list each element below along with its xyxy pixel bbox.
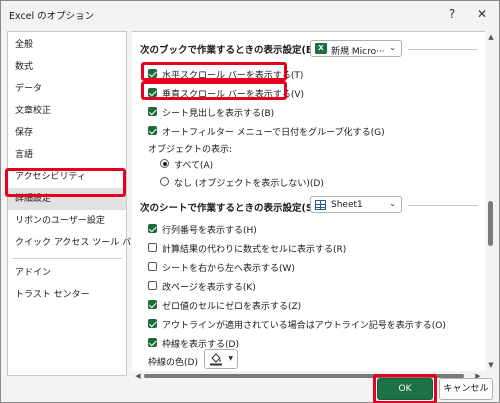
scroll-left-icon[interactable]: ◀ <box>133 371 143 381</box>
zero-values-label: ゼロ値のセルにゼロを表示する(Z) <box>162 302 302 312</box>
right-to-left-label: シートを右から左へ表示する(W) <box>162 264 295 274</box>
cancel-button[interactable]: キャンセル <box>439 378 493 400</box>
options-sidebar: 全般 数式 データ 文章校正 保存 言語 アクセシビリティ 詳細設定 リボンのユ… <box>7 31 140 376</box>
objects-all-radio[interactable] <box>160 159 169 168</box>
gridlines-checkbox[interactable] <box>148 338 157 347</box>
workbook-dropdown-value: 新規 Micro··· <box>331 47 385 57</box>
sidebar-item-language[interactable]: 言語 <box>8 144 126 166</box>
sidebar-item-save[interactable]: 保存 <box>8 122 126 144</box>
vertical-scrollbar-checkbox[interactable] <box>148 88 157 97</box>
gridline-color-label: 枠線の色(D) <box>148 358 198 368</box>
sidebar-item-quick-access-toolbar[interactable]: クイック アクセス ツール バー <box>8 232 140 254</box>
advanced-settings-panel: 次のブックで作業するときの表示設定(B): X 新規 Micro··· ⌄ 水平… <box>132 31 485 371</box>
workbook-dropdown[interactable]: X 新規 Micro··· ⌄ <box>310 40 402 57</box>
section-divider <box>408 205 478 206</box>
sheet-tabs-checkbox[interactable] <box>148 107 157 116</box>
show-formulas-label: 計算結果の代わりに数式をセルに表示する(R) <box>162 245 347 255</box>
chevron-down-icon: ⌄ <box>389 43 396 52</box>
sidebar-item-data[interactable]: データ <box>8 78 126 100</box>
sidebar-item-trust-center[interactable]: トラスト センター <box>8 284 126 306</box>
vertical-scroll-thumb[interactable] <box>488 201 493 246</box>
worksheet-dropdown[interactable]: Sheet1 ⌄ <box>310 196 402 213</box>
sidebar-item-formulas[interactable]: 数式 <box>8 56 126 78</box>
sidebar-item-general[interactable]: 全般 <box>8 34 126 56</box>
autofilter-group-dates-checkbox[interactable] <box>148 126 157 135</box>
page-breaks-checkbox[interactable] <box>148 281 157 290</box>
autofilter-group-dates-label: オートフィルター メニューで日付をグループ化する(G) <box>162 128 385 138</box>
horizontal-scrollbar-checkbox[interactable] <box>148 69 157 78</box>
gridline-color-button[interactable]: ▼ <box>204 349 238 369</box>
sheet-section-heading: 次のシートで作業するときの表示設定(S): <box>140 203 321 214</box>
help-icon[interactable]: ? <box>441 3 463 25</box>
paint-bucket-icon <box>210 353 222 366</box>
outline-symbols-checkbox[interactable] <box>148 319 157 328</box>
dialog-title: Excel のオプション <box>9 11 95 22</box>
ok-button[interactable]: OK <box>377 378 433 400</box>
right-to-left-checkbox[interactable] <box>148 262 157 271</box>
excel-icon: X <box>315 43 327 54</box>
sidebar-item-proofing[interactable]: 文章校正 <box>8 100 126 122</box>
sidebar-divider <box>12 258 122 259</box>
page-breaks-label: 改ページを表示する(K) <box>162 283 256 293</box>
objects-none-label: なし (オブジェクトを表示しない)(D) <box>174 179 324 189</box>
horizontal-scrollbar-label: 水平スクロール バーを表示する(T) <box>162 71 304 81</box>
objects-all-label: すべて(A) <box>174 161 214 171</box>
sidebar-item-advanced[interactable]: 詳細設定 <box>8 188 126 210</box>
outline-symbols-label: アウトラインが適用されている場合はアウトライン記号を表示する(O) <box>162 321 446 331</box>
book-section-heading: 次のブックで作業するときの表示設定(B): <box>140 45 322 56</box>
title-bar: Excel のオプション ? ✕ <box>1 1 499 27</box>
vertical-scrollbar-label: 垂直スクロール バーを表示する(V) <box>162 90 305 100</box>
close-icon[interactable]: ✕ <box>471 3 493 25</box>
sidebar-item-accessibility[interactable]: アクセシビリティ <box>8 166 126 188</box>
excel-options-dialog: Excel のオプション ? ✕ 全般 数式 データ 文章校正 保存 言語 アク… <box>0 0 500 403</box>
scroll-up-icon[interactable]: ▲ <box>487 33 495 41</box>
sheet-tabs-label: シート見出しを表示する(B) <box>162 109 275 119</box>
chevron-down-icon: ▼ <box>228 355 233 362</box>
row-col-headers-checkbox[interactable] <box>148 224 157 233</box>
chevron-down-icon: ⌄ <box>389 199 396 208</box>
sidebar-item-customize-ribbon[interactable]: リボンのユーザー設定 <box>8 210 126 232</box>
zero-values-checkbox[interactable] <box>148 300 157 309</box>
objects-none-radio[interactable] <box>160 177 169 186</box>
sheet-icon <box>315 200 326 210</box>
vertical-scrollbar[interactable]: ▲ ▼ <box>485 31 497 371</box>
show-formulas-checkbox[interactable] <box>148 243 157 252</box>
worksheet-dropdown-value: Sheet1 <box>331 200 363 210</box>
row-col-headers-label: 行列番号を表示する(H) <box>162 226 257 236</box>
section-divider <box>408 49 478 50</box>
objects-display-label: オブジェクトの表示: <box>148 145 233 155</box>
scroll-down-icon[interactable]: ▼ <box>487 361 495 369</box>
sidebar-item-addins[interactable]: アドイン <box>8 262 126 284</box>
